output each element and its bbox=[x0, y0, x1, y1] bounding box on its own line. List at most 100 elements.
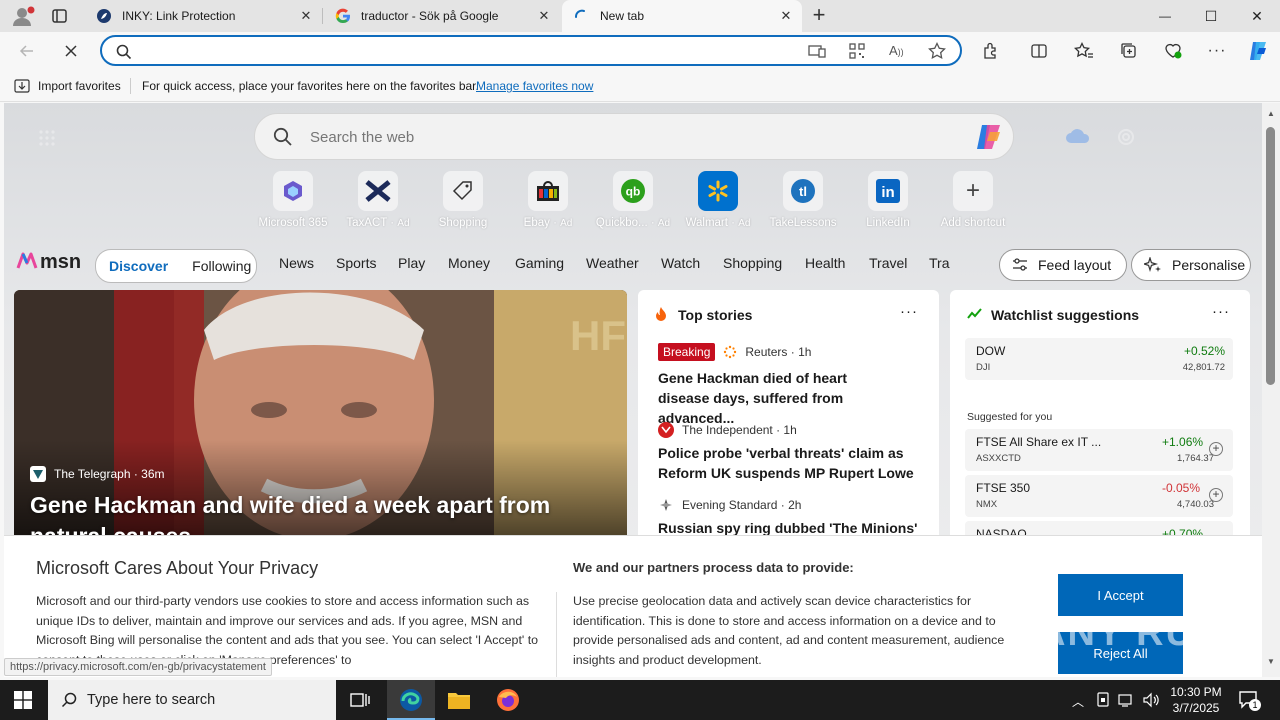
shortcut-shopping[interactable]: Shopping bbox=[423, 171, 503, 229]
scrollbar-thumb[interactable] bbox=[1266, 127, 1275, 385]
shortcut-microsoft-365[interactable]: Microsoft 365 bbox=[253, 171, 333, 229]
browser-essentials-icon[interactable] bbox=[1158, 36, 1188, 66]
new-tab-plus-icon[interactable]: + bbox=[808, 4, 830, 27]
scroll-up-arrow-icon[interactable]: ▲ bbox=[1267, 109, 1275, 118]
read-aloud-icon[interactable]: A)) bbox=[889, 43, 904, 58]
app-launcher-icon[interactable] bbox=[38, 129, 56, 147]
tab-following[interactable]: Following bbox=[192, 258, 251, 274]
feed-layout-label: Feed layout bbox=[1038, 257, 1112, 273]
minimize-button[interactable]: — bbox=[1142, 0, 1188, 32]
taxact-icon bbox=[358, 171, 398, 211]
nav-health[interactable]: Health bbox=[805, 255, 845, 271]
web-search-box[interactable]: Search the web bbox=[254, 113, 1014, 160]
copilot-icon[interactable] bbox=[1243, 36, 1273, 66]
import-favorites-button[interactable]: Import favorites bbox=[38, 79, 121, 93]
personalise-button[interactable]: Personalise bbox=[1131, 249, 1251, 281]
tab-close-icon[interactable]: ✕ bbox=[536, 8, 552, 24]
notifications-icon[interactable]: 1 bbox=[1238, 690, 1261, 711]
extensions-icon[interactable] bbox=[976, 36, 1006, 66]
nav-traffic-truncated[interactable]: Tra bbox=[929, 255, 951, 271]
story-item[interactable]: Breaking Reuters · 1h Gene Hackman died … bbox=[658, 343, 898, 428]
feed-layout-button[interactable]: Feed layout bbox=[999, 249, 1127, 281]
shortcut-takelessons[interactable]: tl TakeLessons bbox=[763, 171, 843, 229]
file-explorer-icon[interactable] bbox=[447, 689, 471, 711]
nav-shopping[interactable]: Shopping bbox=[723, 255, 782, 271]
tab-close-icon[interactable]: ✕ bbox=[298, 8, 314, 24]
app-available-icon[interactable] bbox=[808, 43, 826, 59]
nav-news[interactable]: News bbox=[279, 255, 314, 271]
watchlist-row-ftse-350[interactable]: FTSE 350 NMX -0.05% 4,740.03 + bbox=[965, 475, 1233, 517]
watchlist-row-dow[interactable]: DOW DJI +0.52% 42,801.72 bbox=[965, 338, 1233, 380]
favorite-star-icon[interactable] bbox=[928, 42, 946, 60]
copilot-icon[interactable] bbox=[973, 122, 1005, 152]
manage-favorites-link[interactable]: Manage favorites now bbox=[476, 79, 593, 93]
clock[interactable]: 10:30 PM 3/7/2025 bbox=[1168, 684, 1224, 716]
shortcut-taxact[interactable]: TaxACT · Ad bbox=[338, 171, 418, 229]
stock-ticker: DJI bbox=[976, 362, 991, 373]
anyrun-watermark: ANY RUN bbox=[1038, 612, 1225, 654]
nav-weather[interactable]: Weather bbox=[586, 255, 639, 271]
story-item[interactable]: The Independent · 1h Police probe 'verba… bbox=[658, 422, 918, 483]
story-headline[interactable]: Police probe 'verbal threats' claim as R… bbox=[658, 443, 918, 483]
profile-avatar-icon[interactable] bbox=[8, 4, 36, 28]
address-input[interactable] bbox=[142, 41, 782, 61]
volume-icon[interactable] bbox=[1142, 692, 1160, 708]
import-favorites-icon bbox=[14, 78, 30, 94]
shortcut-ebay[interactable]: Ebay · Ad bbox=[508, 171, 588, 229]
split-screen-icon[interactable] bbox=[1024, 36, 1054, 66]
tab-close-icon[interactable]: ✕ bbox=[778, 8, 794, 24]
weather-cloud-icon[interactable] bbox=[1064, 127, 1092, 145]
close-icon: ✕ bbox=[1251, 7, 1263, 24]
maximize-button[interactable]: ☐ bbox=[1188, 0, 1234, 32]
nav-gaming[interactable]: Gaming bbox=[515, 255, 564, 271]
tab-discover[interactable]: Discover bbox=[109, 258, 168, 274]
nav-travel[interactable]: Travel bbox=[869, 255, 907, 271]
taskbar-search-box[interactable]: Type here to search bbox=[48, 680, 336, 720]
tab-google[interactable]: traductor - Sök på Google ✕ bbox=[323, 0, 560, 32]
more-options-icon[interactable]: ··· bbox=[900, 303, 918, 320]
status-bar-url: https://privacy.microsoft.com/en-gb/priv… bbox=[4, 658, 272, 676]
tab-new-tab[interactable]: New tab ✕ bbox=[562, 0, 802, 32]
nav-watch[interactable]: Watch bbox=[661, 255, 700, 271]
page-scrollbar[interactable]: ▲ ▼ bbox=[1262, 103, 1280, 677]
windows-start-icon[interactable] bbox=[14, 691, 32, 709]
stock-trend-icon bbox=[967, 308, 983, 320]
more-options-icon[interactable]: ··· bbox=[1212, 303, 1230, 320]
stop-loading-button[interactable] bbox=[56, 36, 86, 66]
hero-story-card[interactable]: HF The Telegraph · 36m Gene Hackman and … bbox=[14, 290, 627, 550]
shortcut-linkedin[interactable]: in LinkedIn bbox=[848, 171, 928, 229]
shortcut-add[interactable]: + Add shortcut bbox=[933, 171, 1013, 229]
qr-code-icon[interactable] bbox=[849, 43, 865, 59]
tab-inky[interactable]: INKY: Link Protection ✕ bbox=[84, 0, 322, 32]
watchlist-row-ftse-all-share[interactable]: FTSE All Share ex IT ... ASXXCTD +1.06% … bbox=[965, 429, 1233, 471]
nav-play[interactable]: Play bbox=[398, 255, 425, 271]
collections-icon[interactable] bbox=[1114, 36, 1144, 66]
story-item[interactable]: Evening Standard · 2h Russian spy ring d… bbox=[658, 497, 928, 538]
back-button[interactable] bbox=[12, 36, 42, 66]
firefox-icon[interactable] bbox=[496, 688, 520, 712]
msn-logo[interactable]: msn bbox=[16, 248, 82, 274]
add-to-watchlist-icon[interactable]: + bbox=[1209, 442, 1223, 456]
settings-more-icon[interactable]: ··· bbox=[1202, 36, 1232, 66]
address-bar[interactable]: A)) bbox=[100, 35, 962, 66]
shortcut-quickbooks[interactable]: qb Quickbo... · Ad bbox=[593, 171, 673, 229]
close-window-button[interactable]: ✕ bbox=[1234, 0, 1280, 32]
add-to-watchlist-icon[interactable]: + bbox=[1209, 488, 1223, 502]
scroll-down-arrow-icon[interactable]: ▼ bbox=[1267, 657, 1275, 666]
shortcut-label: Quickbo... bbox=[595, 217, 648, 229]
taskbar-edge-button[interactable] bbox=[387, 680, 435, 720]
tab-actions-icon[interactable] bbox=[50, 8, 70, 24]
network-icon[interactable] bbox=[1118, 692, 1136, 708]
nav-sports[interactable]: Sports bbox=[336, 255, 376, 271]
shortcut-walmart[interactable]: Walmart · Ad bbox=[678, 171, 758, 229]
task-view-icon[interactable] bbox=[350, 691, 370, 709]
add-plus-icon: + bbox=[953, 171, 993, 211]
settings-gear-icon[interactable] bbox=[1116, 127, 1136, 147]
nav-money[interactable]: Money bbox=[448, 255, 490, 271]
accept-button[interactable]: I Accept bbox=[1058, 574, 1183, 616]
network-device-icon[interactable] bbox=[1096, 692, 1110, 708]
favorites-icon[interactable] bbox=[1069, 36, 1099, 66]
shopping-tag-icon bbox=[443, 171, 483, 211]
show-hidden-icons-chevron-icon[interactable]: ︿ bbox=[1072, 693, 1084, 710]
story-headline[interactable]: Gene Hackman died of heart disease days,… bbox=[658, 368, 898, 428]
